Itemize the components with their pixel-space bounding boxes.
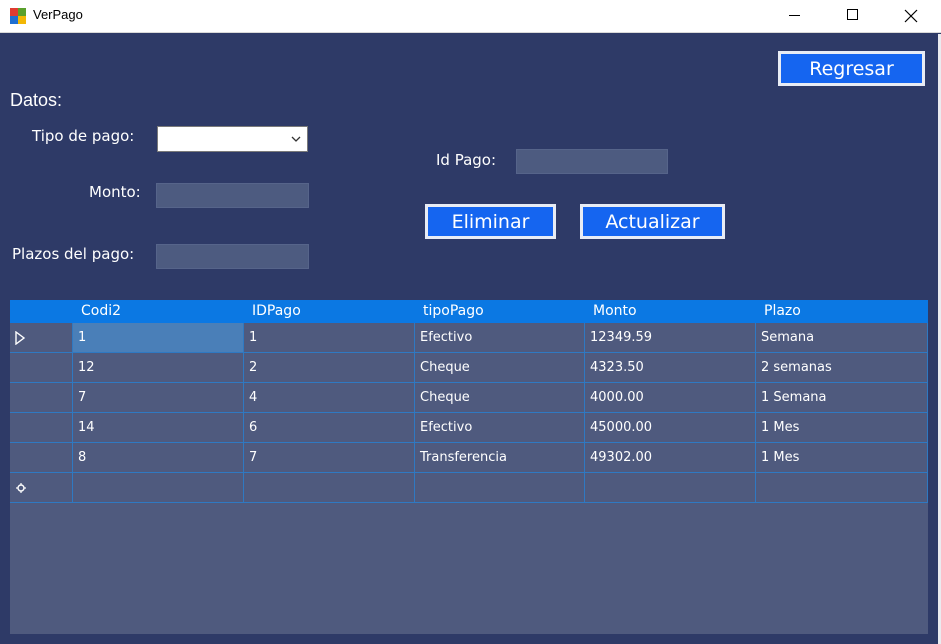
cell-tipopago[interactable]: Transferencia (415, 443, 585, 473)
table-row[interactable]: 12 2 Cheque 4323.50 2 semanas (10, 353, 928, 383)
cell-tipopago[interactable]: Efectivo (415, 323, 585, 353)
cell-plazo[interactable]: 1 Mes (756, 443, 928, 473)
title-bar: VerPago (0, 0, 941, 33)
column-header-plazo[interactable]: Plazo (756, 300, 928, 323)
tipo-pago-combobox[interactable] (157, 126, 308, 152)
column-header-tipopago[interactable]: tipoPago (415, 300, 585, 323)
cell-codi2[interactable]: 12 (73, 353, 244, 383)
cell-monto[interactable]: 45000.00 (585, 413, 756, 443)
cell-idpago[interactable]: 2 (244, 353, 415, 383)
table-row[interactable]: 7 4 Cheque 4000.00 1 Semana (10, 383, 928, 413)
tipo-pago-label: Tipo de pago: (32, 127, 135, 145)
grid-header: Codi2 IDPago tipoPago Monto Plazo (10, 300, 928, 323)
table-row[interactable]: 1 1 Efectivo 12349.59 Semana (10, 323, 928, 353)
app-icon (10, 8, 26, 24)
row-header[interactable] (10, 353, 73, 383)
cell-plazo[interactable]: 1 Semana (756, 383, 928, 413)
cell-monto[interactable] (585, 473, 756, 503)
row-header[interactable] (10, 323, 73, 353)
close-button[interactable] (882, 0, 940, 33)
cell-plazo[interactable]: 1 Mes (756, 413, 928, 443)
minimize-icon (789, 15, 800, 16)
cell-monto[interactable]: 4000.00 (585, 383, 756, 413)
column-header-idpago[interactable]: IDPago (244, 300, 415, 323)
row-header[interactable] (10, 473, 73, 503)
cell-codi2[interactable]: 7 (73, 383, 244, 413)
monto-label: Monto: (89, 183, 141, 201)
table-row[interactable]: 8 7 Transferencia 49302.00 1 Mes (10, 443, 928, 473)
cell-idpago[interactable] (244, 473, 415, 503)
id-pago-input[interactable] (516, 149, 668, 174)
table-row[interactable]: 14 6 Efectivo 45000.00 1 Mes (10, 413, 928, 443)
cell-tipopago[interactable]: Cheque (415, 353, 585, 383)
cell-plazo[interactable] (756, 473, 928, 503)
maximize-button[interactable] (824, 0, 882, 33)
id-pago-label: Id Pago: (436, 151, 497, 169)
cell-tipopago[interactable] (415, 473, 585, 503)
datos-heading: Datos: (10, 90, 63, 110)
plazos-pago-input[interactable] (156, 244, 309, 269)
minimize-button[interactable] (766, 0, 824, 33)
cell-monto[interactable]: 4323.50 (585, 353, 756, 383)
cell-idpago[interactable]: 6 (244, 413, 415, 443)
cell-idpago[interactable]: 7 (244, 443, 415, 473)
cell-tipopago[interactable]: Cheque (415, 383, 585, 413)
eliminar-button[interactable]: Eliminar (425, 204, 556, 239)
cell-idpago[interactable]: 4 (244, 383, 415, 413)
chevron-down-icon (291, 136, 301, 142)
row-header[interactable] (10, 443, 73, 473)
cell-codi2[interactable]: 1 (73, 323, 244, 353)
cell-codi2[interactable]: 14 (73, 413, 244, 443)
cell-tipopago[interactable]: Efectivo (415, 413, 585, 443)
cell-idpago[interactable]: 1 (244, 323, 415, 353)
cell-monto[interactable]: 49302.00 (585, 443, 756, 473)
regresar-button[interactable]: Regresar (778, 51, 925, 86)
new-row[interactable] (10, 473, 928, 503)
new-row-icon (16, 483, 26, 493)
actualizar-button[interactable]: Actualizar (580, 204, 725, 239)
close-icon (904, 9, 918, 23)
plazos-pago-label: Plazos del pago: (12, 245, 135, 263)
row-header[interactable] (10, 383, 73, 413)
cell-plazo[interactable]: Semana (756, 323, 928, 353)
payments-grid[interactable]: Codi2 IDPago tipoPago Monto Plazo 1 1 Ef… (10, 300, 928, 634)
monto-input[interactable] (156, 183, 309, 208)
cell-monto[interactable]: 12349.59 (585, 323, 756, 353)
column-header-codi2[interactable]: Codi2 (73, 300, 244, 323)
row-header[interactable] (10, 413, 73, 443)
column-header-monto[interactable]: Monto (585, 300, 756, 323)
window-title: VerPago (33, 7, 83, 22)
cell-codi2[interactable] (73, 473, 244, 503)
cell-plazo[interactable]: 2 semanas (756, 353, 928, 383)
cell-codi2[interactable]: 8 (73, 443, 244, 473)
current-row-indicator-icon (15, 331, 26, 345)
maximize-icon (847, 9, 858, 20)
